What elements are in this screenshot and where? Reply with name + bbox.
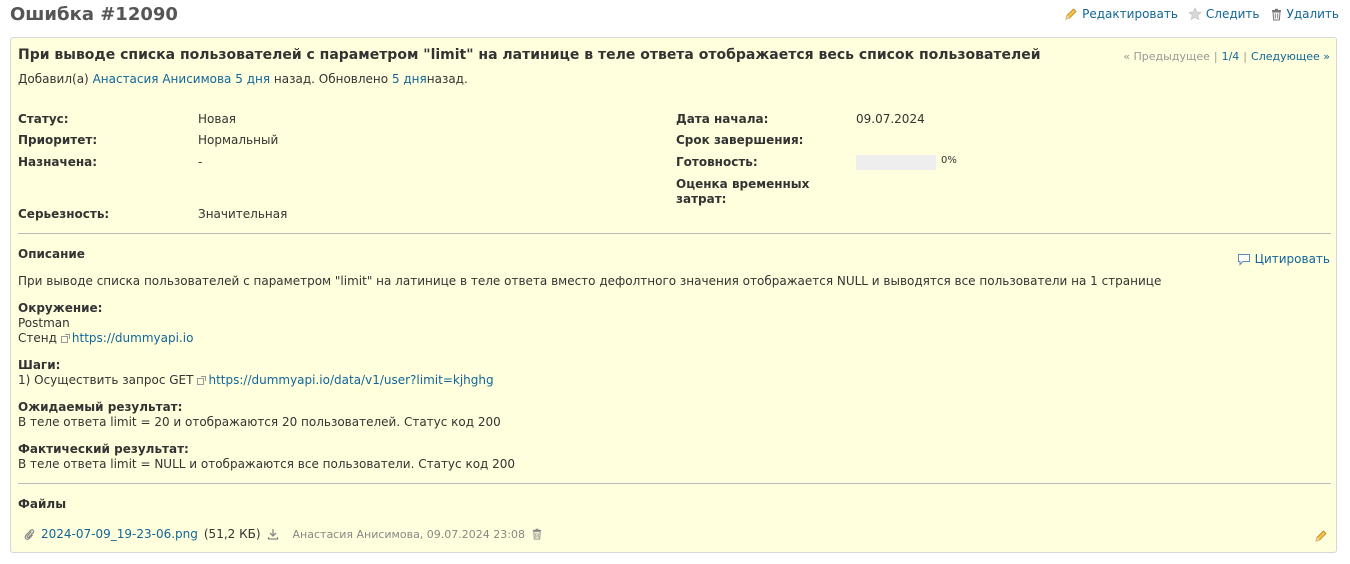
- environment-title: Окружение:: [18, 301, 103, 315]
- issue-subject: При выводе списка пользователей с параме…: [18, 47, 1041, 63]
- stand-url-link[interactable]: https://dummyapi.io: [72, 331, 194, 345]
- done-progress-bar: [856, 155, 936, 170]
- steps-line: 1) Осуществить запрос GET https://dummyap…: [18, 373, 494, 388]
- stand-label: Стенд: [18, 331, 57, 345]
- watch-label: Следить: [1205, 7, 1260, 21]
- pencil-icon: [1064, 7, 1078, 21]
- delete-label: Удалить: [1286, 7, 1340, 21]
- start-date-value: 09.07.2024: [856, 112, 925, 126]
- status-label: Статус:: [18, 112, 69, 126]
- steps-title: Шаги:: [18, 358, 61, 372]
- author-suffix: назад.: [426, 72, 468, 86]
- speech-bubble-icon: [1237, 253, 1251, 266]
- next-link[interactable]: Следующее »: [1251, 50, 1330, 63]
- page-title: Ошибка #12090: [10, 4, 178, 25]
- quote-button[interactable]: Цитировать: [1237, 252, 1330, 266]
- estimate-label-line2: затрат:: [676, 192, 727, 206]
- paperclip-icon: [24, 528, 35, 541]
- attachment-link[interactable]: 2024-07-09_19-23-06.png: [41, 527, 198, 541]
- steps-prefix: 1) Осуществить запрос GET: [18, 373, 194, 387]
- expected-title: Ожидаемый результат:: [18, 400, 183, 414]
- stand-line: Стенд https://dummyapi.io: [18, 331, 193, 346]
- environment-line: Postman: [18, 316, 70, 330]
- priority-label: Приоритет:: [18, 133, 98, 147]
- issue-details-box: При выводе списка пользователей с параме…: [10, 37, 1337, 553]
- assigned-label: Назначена:: [18, 155, 98, 169]
- external-link-icon: [197, 374, 207, 388]
- files-title: Файлы: [18, 497, 67, 511]
- author-line: Добавил(а) Анастасия Анисимова 5 дня наз…: [18, 72, 468, 86]
- actual-title: Фактический результат:: [18, 442, 189, 456]
- delete-button[interactable]: Удалить: [1270, 7, 1340, 21]
- added-ago-link[interactable]: 5 дня: [235, 72, 270, 86]
- author-prefix: Добавил(а): [18, 72, 89, 86]
- expected-text: В теле ответа limit = 20 и отображаются …: [18, 415, 501, 429]
- description-text: При выводе списка пользователей с параме…: [18, 274, 1162, 288]
- contextual-actions: Редактировать Следить Удалить: [1064, 7, 1339, 21]
- trash-icon[interactable]: [531, 528, 543, 540]
- divider: [18, 233, 1331, 234]
- prev-link[interactable]: « Предыдущее: [1123, 50, 1210, 63]
- issue-counter-link[interactable]: 1/4: [1222, 50, 1240, 63]
- download-icon[interactable]: [267, 528, 279, 540]
- issue-navigation: « Предыдущее | 1/4 | Следующее »: [1123, 50, 1330, 63]
- estimate-label-line1: Оценка временных: [676, 177, 810, 191]
- star-icon: [1188, 7, 1202, 21]
- attachment-meta: Анастасия Анисимова, 09.07.2024 23:08: [292, 527, 525, 541]
- due-date-label: Срок завершения:: [676, 133, 804, 147]
- edit-attachments-pencil-icon[interactable]: [1314, 529, 1328, 543]
- steps-url-link[interactable]: https://dummyapi.io/data/v1/user?limit=k…: [208, 373, 493, 387]
- nav-separator: |: [1243, 50, 1248, 63]
- edit-button[interactable]: Редактировать: [1064, 7, 1178, 21]
- assigned-value: -: [198, 155, 203, 169]
- author-middle: назад. Обновлено: [273, 72, 389, 86]
- actual-text: В теле ответа limit = NULL и отображаютс…: [18, 457, 516, 471]
- external-link-icon: [60, 332, 70, 346]
- start-date-label: Дата начала:: [676, 112, 769, 126]
- description-title: Описание: [18, 247, 85, 261]
- updated-ago-link[interactable]: 5 дня: [392, 72, 427, 86]
- author-link[interactable]: Анастасия Анисимова: [93, 72, 232, 86]
- trash-icon: [1270, 8, 1283, 21]
- edit-label: Редактировать: [1082, 7, 1178, 21]
- done-ratio-value: 0%: [941, 155, 957, 166]
- priority-value: Нормальный: [198, 133, 279, 147]
- watch-button[interactable]: Следить: [1188, 7, 1260, 21]
- done-ratio-label: Готовность:: [676, 155, 758, 169]
- quote-label: Цитировать: [1254, 252, 1330, 266]
- attachment-row: 2024-07-09_19-23-06.png (51,2 КБ) Анаста…: [24, 527, 543, 541]
- severity-label: Серьезность:: [18, 207, 110, 221]
- severity-value: Значительная: [198, 207, 288, 221]
- attachment-size: (51,2 КБ): [203, 527, 261, 541]
- nav-separator: |: [1213, 50, 1218, 63]
- divider: [18, 483, 1331, 484]
- status-value: Новая: [198, 112, 237, 126]
